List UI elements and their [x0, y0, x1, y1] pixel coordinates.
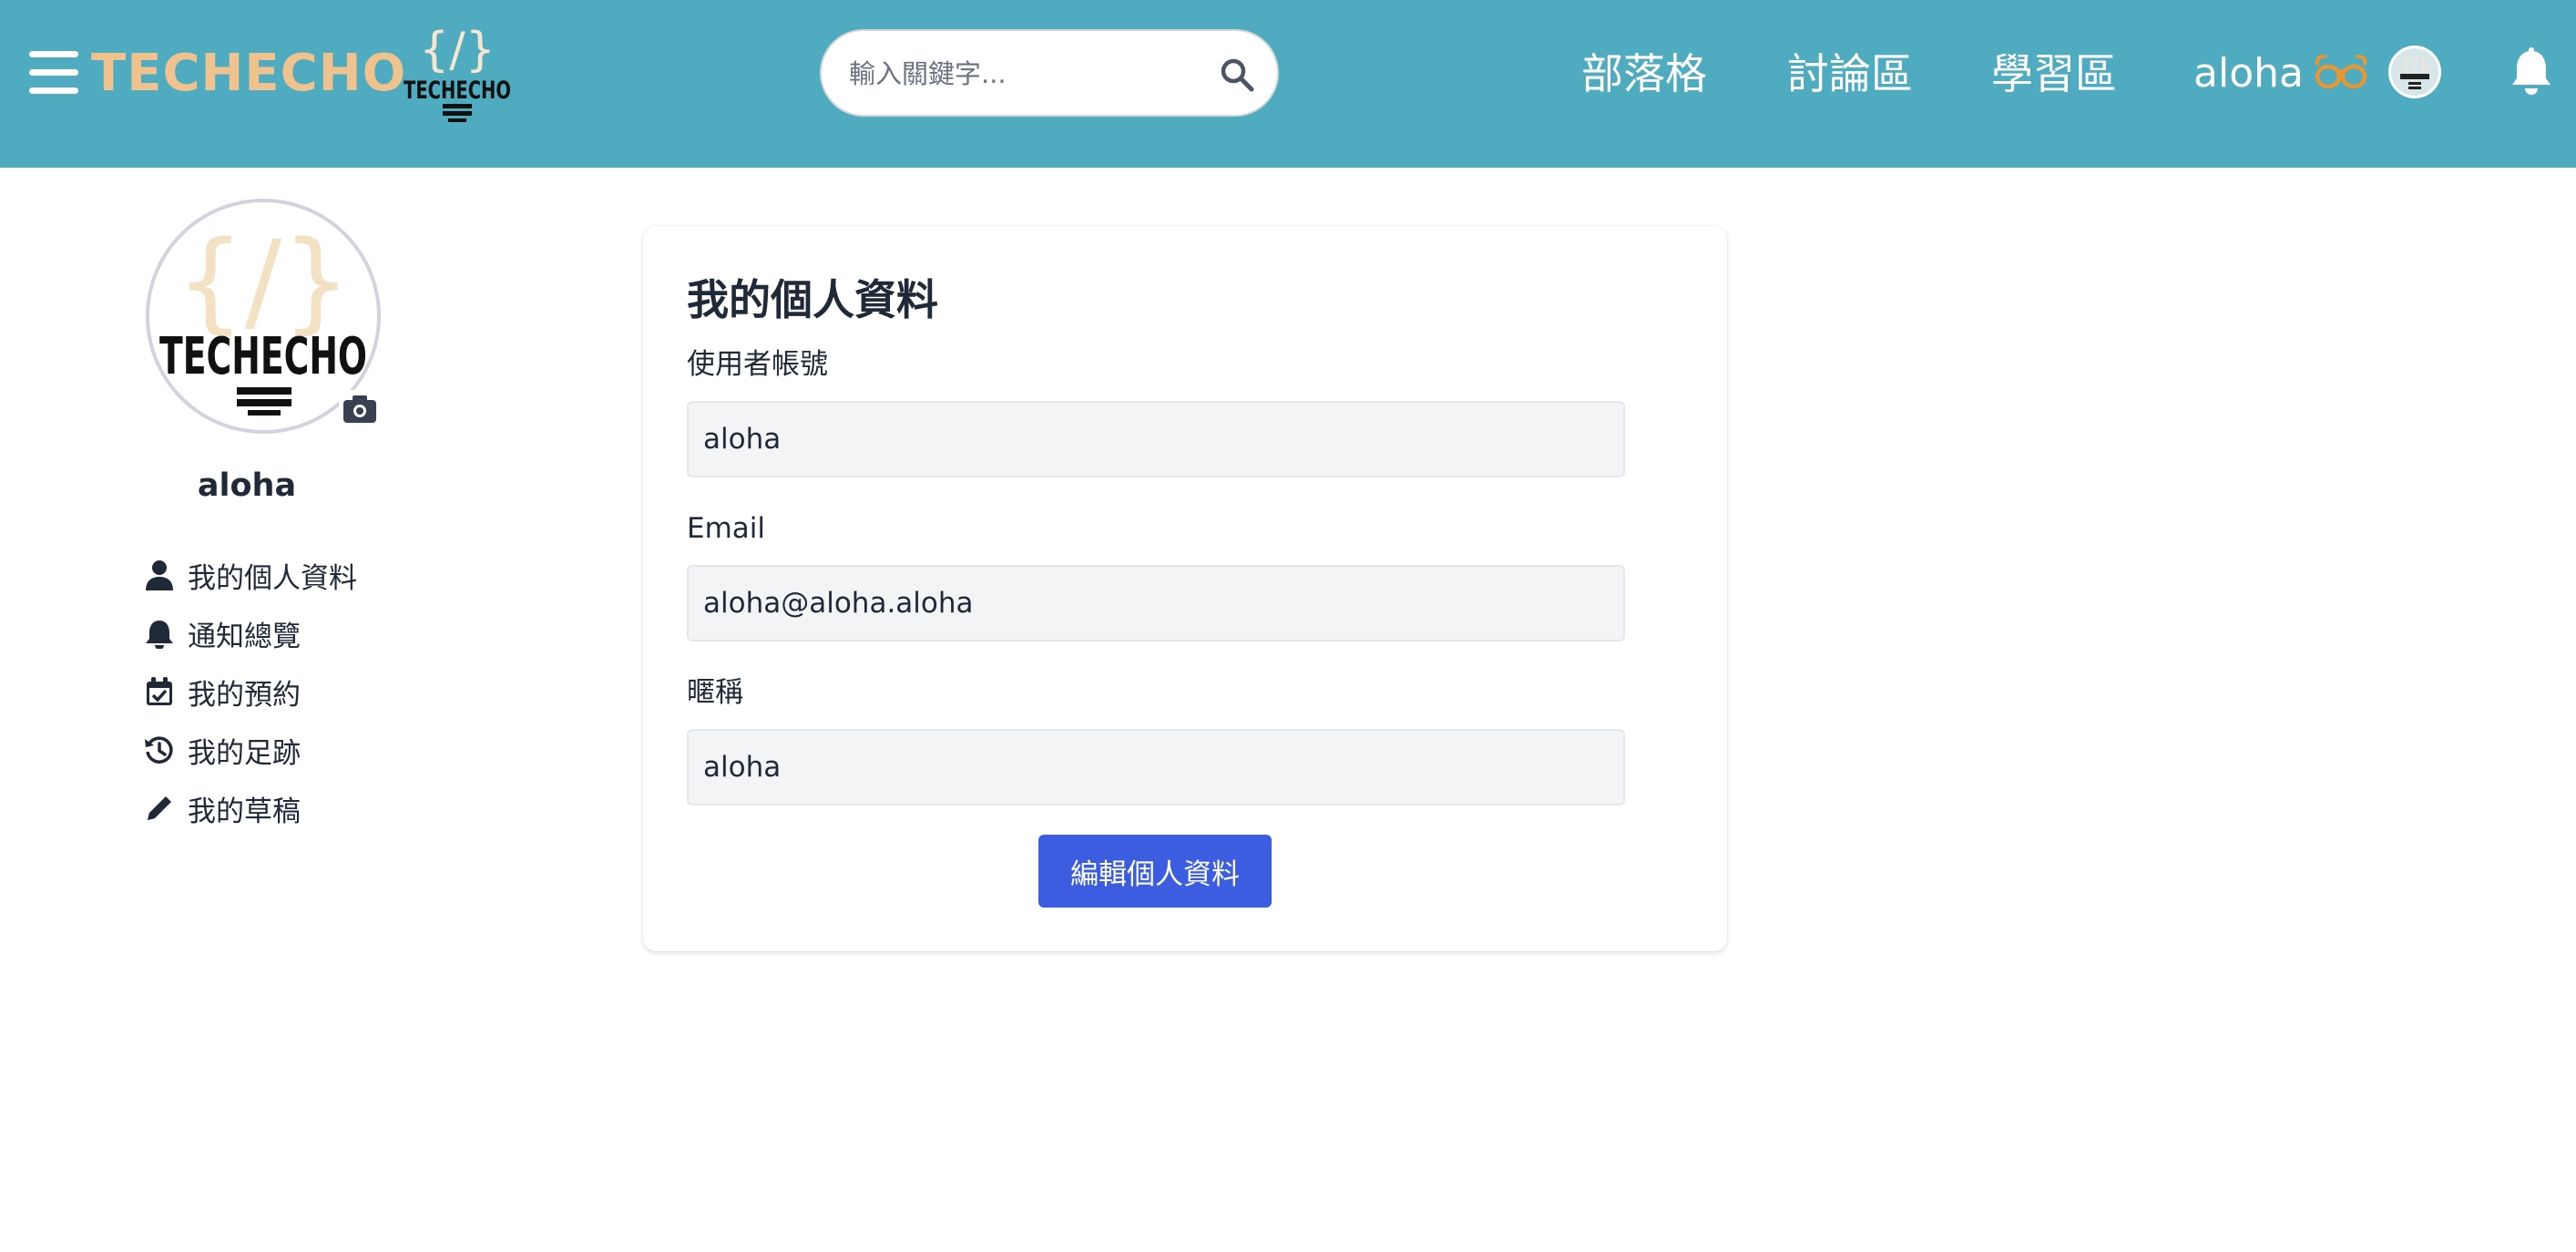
user-icon [146, 560, 173, 590]
nickname-field[interactable] [687, 729, 1625, 806]
pencil-icon [148, 796, 171, 820]
username-field[interactable] [687, 401, 1625, 477]
search-icon[interactable] [1219, 56, 1255, 93]
sidebar-item-history[interactable]: 我的足跡 [144, 725, 301, 775]
techecho-logo[interactable]: {/} TECHECHO [401, 20, 514, 126]
sidebar-item-label: 通知總覽 [188, 620, 301, 653]
sidebar-item-label: 我的足跡 [188, 736, 301, 770]
header-user-name[interactable]: aloha [2193, 40, 2304, 108]
sidebar-item-label: 我的個人資料 [188, 561, 357, 595]
profile-card: 我的個人資料 使用者帳號 Email 暱稱 編輯個人資料 [643, 226, 1727, 951]
notification-bell-icon[interactable] [2510, 47, 2552, 97]
email-field[interactable] [687, 565, 1625, 641]
profile-name: aloha [197, 467, 297, 504]
calendar-check-icon [147, 677, 172, 705]
sidebar-item-profile[interactable]: 我的個人資料 [144, 550, 357, 600]
nickname-label: 暱稱 [687, 676, 743, 709]
svg-text:{/}: {/} [419, 23, 496, 77]
sidebar-item-label: 我的草稿 [188, 795, 301, 828]
sidebar-item-notifications[interactable]: 通知總覽 [144, 609, 301, 658]
edit-profile-button[interactable]: 編輯個人資料 [1038, 835, 1272, 908]
email-label: Email [687, 512, 766, 545]
nav-forum[interactable]: 討論區 [1787, 40, 1913, 108]
sidebar-item-drafts[interactable]: 我的草稿 [144, 784, 301, 833]
search-input[interactable] [849, 49, 1195, 98]
avatar-logo-text: TECHECHO [159, 327, 367, 386]
header-avatar[interactable]: {/} [2388, 46, 2441, 98]
search-bar [820, 29, 1279, 117]
svg-text:{/}: {/} [2400, 53, 2429, 75]
page-title: 我的個人資料 [687, 275, 938, 324]
sidebar-item-reservations[interactable]: 我的預約 [144, 667, 301, 716]
history-icon [145, 736, 173, 764]
sidebar-item-label: 我的預約 [188, 678, 301, 712]
nav-blog[interactable]: 部落格 [1581, 40, 1707, 108]
top-navbar: TECHECHO {/} TECHECHO 部落格 討論區 學習區 aloha … [0, 0, 2576, 168]
bell-icon [146, 621, 173, 649]
username-label: 使用者帳號 [687, 348, 828, 381]
menu-icon[interactable] [29, 51, 78, 95]
glasses-icon[interactable] [2314, 53, 2368, 91]
brand-name[interactable]: TECHECHO [91, 40, 406, 108]
logo-text: TECHECHO [404, 77, 511, 105]
camera-icon[interactable] [339, 390, 381, 428]
nav-learning[interactable]: 學習區 [1991, 40, 2117, 108]
